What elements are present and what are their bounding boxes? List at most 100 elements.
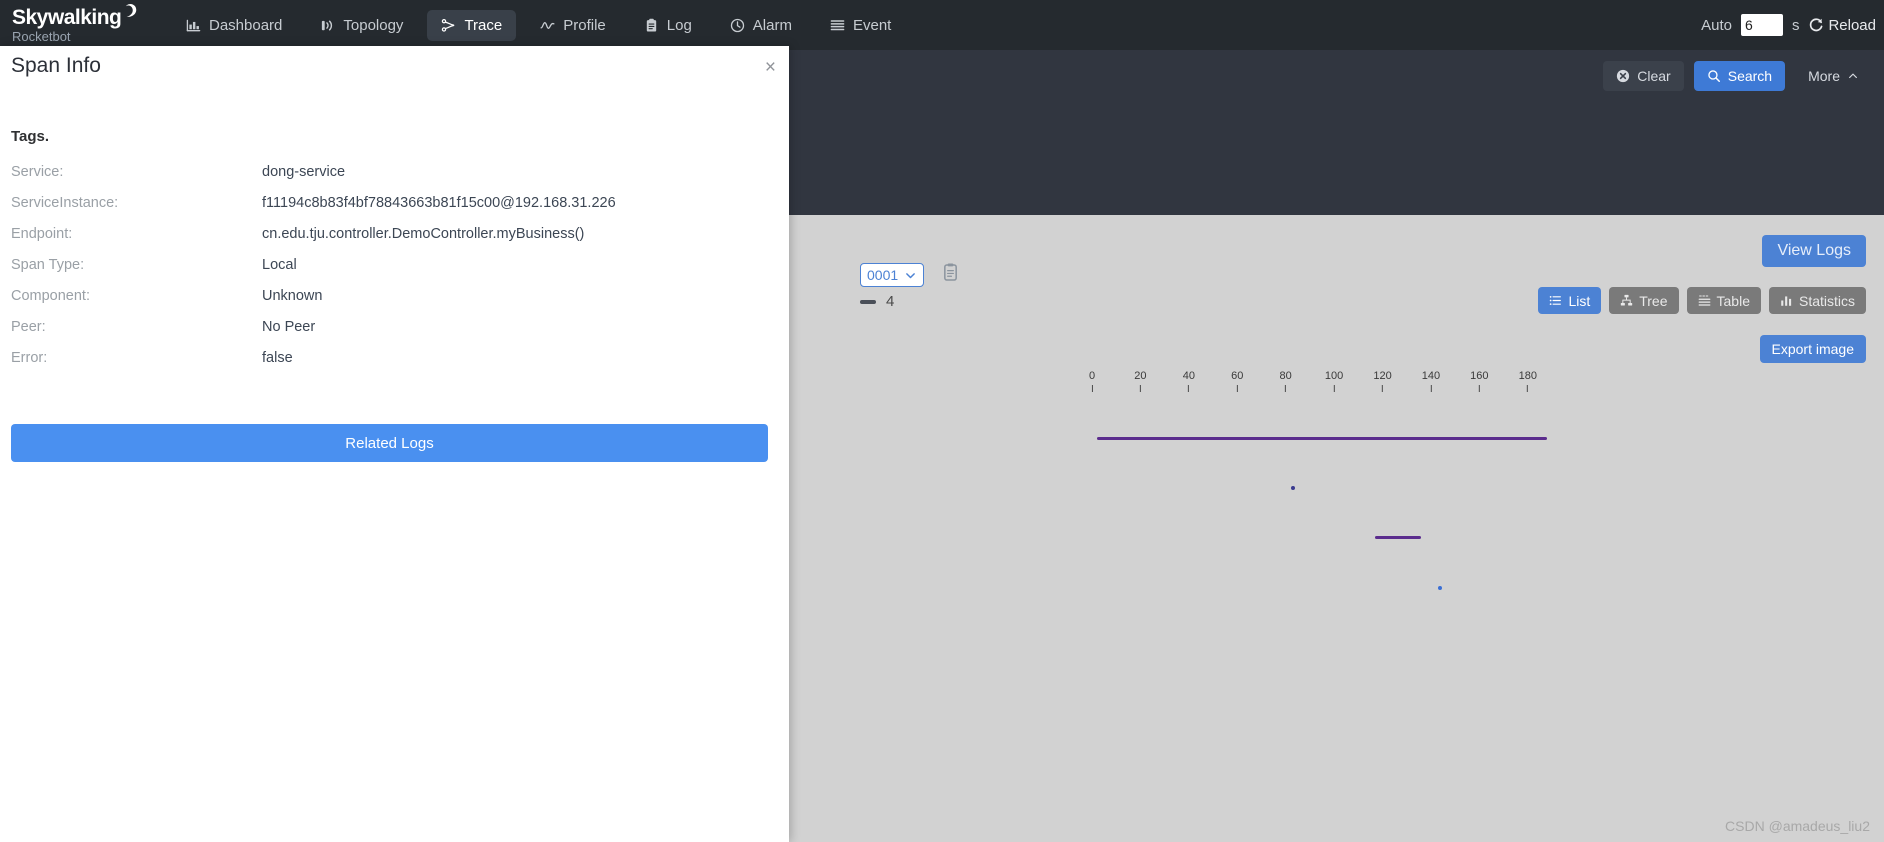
search-button[interactable]: Search	[1693, 61, 1786, 91]
dashboard-icon	[186, 18, 201, 33]
search-label: Search	[1727, 68, 1773, 84]
tag-row: ServiceInstance: f11194c8b83f4bf78843663b…	[11, 195, 771, 226]
chevron-up-icon	[1847, 70, 1859, 82]
nav-item-label: Event	[852, 16, 892, 34]
axis-tick: 100	[1325, 370, 1343, 392]
tab-list[interactable]: List	[1538, 287, 1602, 314]
nav-item-label: Alarm	[752, 16, 792, 34]
copy-icon[interactable]	[942, 263, 959, 287]
auto-unit: s	[1791, 16, 1800, 34]
axis-tick-mark	[1285, 385, 1287, 392]
more-button[interactable]: More	[1795, 61, 1872, 91]
view-logs-button[interactable]: View Logs	[1762, 235, 1866, 267]
axis-tick-label: 0	[1088, 370, 1096, 382]
axis-tick-mark	[1333, 385, 1335, 392]
nav-item-alarm[interactable]: Alarm	[716, 10, 806, 41]
event-icon	[830, 18, 845, 33]
auto-label: Auto	[1701, 16, 1732, 34]
axis-tick: 20	[1134, 370, 1147, 392]
nav-item-label: Log	[666, 16, 692, 34]
nav-item-label: Topology	[343, 16, 404, 34]
tag-key: ServiceInstance:	[11, 195, 119, 211]
nav-item-event[interactable]: Event	[816, 10, 905, 41]
tag-row: Endpoint: cn.edu.tju.controller.DemoContr…	[11, 226, 771, 257]
tag-row: Component: Unknown	[11, 288, 771, 319]
tag-key: Span Type:	[11, 257, 85, 273]
span-dot[interactable]	[1438, 586, 1443, 590]
axis-tick-label: 100	[1324, 370, 1344, 382]
span-bar[interactable]	[1096, 437, 1548, 440]
tab-tree[interactable]: Tree	[1609, 287, 1679, 314]
tab-list-label: List	[1568, 292, 1591, 309]
trace-id-select[interactable]: 0001	[860, 263, 925, 287]
tab-table-label: Table	[1716, 292, 1750, 309]
span-pill	[860, 299, 876, 304]
moon-icon	[123, 2, 139, 25]
span-dot[interactable]	[1290, 486, 1295, 490]
axis-tick-label: 60	[1231, 370, 1244, 382]
tag-row: Span Type: Local	[11, 257, 771, 288]
tag-value: dong-service	[262, 164, 346, 180]
axis-tick-mark	[1236, 385, 1238, 392]
tab-statistics[interactable]: Statistics	[1768, 287, 1866, 314]
auto-refresh-input[interactable]	[1740, 14, 1783, 36]
nav-item-log[interactable]: Log	[630, 10, 706, 41]
dialog-title: Span Info	[11, 54, 101, 77]
tag-value: false	[262, 350, 293, 366]
nav-item-label: Dashboard	[209, 16, 283, 34]
reload-label: Reload	[1828, 16, 1876, 34]
tree-icon	[1620, 294, 1633, 307]
brand-name: Skywalking	[12, 5, 122, 29]
axis-tick: 160	[1470, 370, 1489, 392]
axis-tick: 140	[1422, 370, 1440, 392]
statistics-icon	[1780, 294, 1793, 307]
nav-item-label: Profile	[563, 16, 606, 34]
axis-tick: 0	[1089, 370, 1095, 392]
alarm-icon	[730, 18, 745, 33]
search-actions: Clear Search More	[1603, 61, 1872, 91]
nav-items: Dashboard Topology Trace Profile Log Alarm Eve…	[172, 9, 915, 41]
axis-tick-label: 120	[1373, 370, 1392, 382]
table-icon	[1698, 294, 1711, 307]
nav-right-controls: Auto s Reload	[1701, 14, 1884, 36]
axis-tick-label: 160	[1470, 370, 1489, 382]
axis-tick-mark	[1382, 385, 1384, 392]
top-navigation: Skywalking Rocketbot Dashboard Topology Tr…	[0, 0, 1884, 50]
clear-button[interactable]: Clear	[1603, 61, 1684, 91]
axis-tick-mark	[1478, 385, 1480, 392]
brand-subtitle: Rocketbot	[12, 29, 71, 44]
axis-tick-label: 180	[1518, 370, 1537, 382]
reload-button[interactable]: Reload	[1808, 17, 1876, 34]
export-row: Export image	[1759, 335, 1866, 363]
clear-label: Clear	[1637, 68, 1671, 84]
log-icon	[644, 18, 659, 33]
tag-row: Peer: No Peer	[11, 319, 771, 350]
search-icon	[1707, 69, 1721, 83]
brand-logo[interactable]: Skywalking Rocketbot	[0, 0, 160, 50]
nav-item-topology[interactable]: Topology	[306, 10, 417, 41]
axis-tick-mark	[1527, 385, 1529, 392]
nav-item-dashboard[interactable]: Dashboard	[172, 10, 296, 41]
axis-tick-mark	[1188, 385, 1190, 392]
nav-item-trace[interactable]: Trace	[427, 9, 517, 41]
axis-tick-label: 140	[1421, 370, 1441, 382]
trace-icon	[441, 18, 456, 33]
export-image-button[interactable]: Export image	[1759, 335, 1866, 363]
axis-tick: 80	[1280, 370, 1292, 392]
more-label: More	[1808, 68, 1840, 84]
trace-id-row: 0001	[860, 263, 959, 287]
axis-tick-label: 20	[1134, 370, 1147, 382]
tag-key: Peer:	[11, 319, 46, 335]
span-bar[interactable]	[1375, 536, 1422, 539]
close-icon[interactable]: ×	[765, 58, 776, 77]
tag-value: Unknown	[262, 288, 323, 304]
nav-item-profile[interactable]: Profile	[526, 10, 620, 41]
tag-key: Endpoint:	[11, 226, 73, 242]
tags-table: Service: dong-service ServiceInstance: f111…	[11, 164, 771, 381]
list-icon	[1549, 294, 1562, 307]
tag-value: No Peer	[262, 319, 316, 335]
related-logs-button[interactable]: Related Logs	[11, 424, 768, 462]
tag-key: Service:	[11, 164, 64, 180]
tags-heading: Tags.	[11, 128, 50, 145]
tab-table[interactable]: Table	[1686, 287, 1761, 314]
